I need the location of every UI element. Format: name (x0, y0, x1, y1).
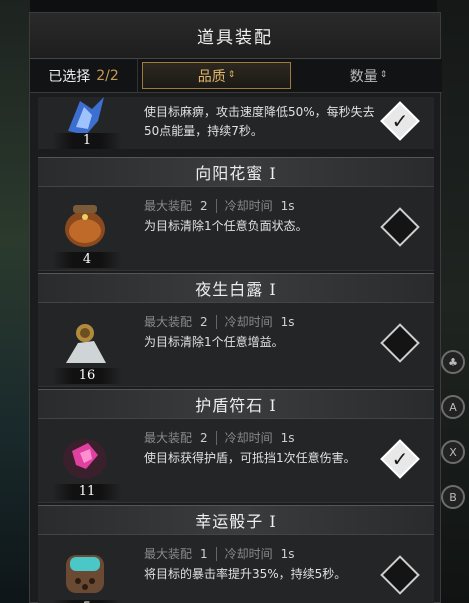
side-clover-icon[interactable]: ♣ (441, 350, 465, 374)
item-list[interactable]: 1 使目标麻痹，攻击速度降低50%，每秒失去50点能量，持续7秒。 ✓ 向阳花蜜… (38, 97, 434, 603)
item-stats: 最大装配 1 冷却时间 1s (144, 546, 295, 561)
tab-quality[interactable]: 品质 ⇕ (142, 62, 291, 89)
list-item[interactable]: 夜生白露 I 16 最大装配 2 冷却时间 1s 为目标清除1个任意增益。 (38, 273, 434, 387)
item-description: 使目标麻痹，攻击速度降低50%，每秒失去50点能量，持续7秒。 (144, 105, 375, 138)
item-title-bar: 护盾符石 I (38, 389, 434, 419)
item-title-bar: 幸运骰子 I (38, 505, 434, 535)
list-item[interactable]: 护盾符石 I 11 最大装配 2 冷却时间 1s 使目标获得护盾，可抵挡1次任意… (38, 389, 434, 503)
honey-jar-icon (65, 205, 105, 247)
item-title-bar: 向阳花蜜 I (38, 157, 434, 187)
item-description: 将目标的暴击率提升35%，持续5秒。 (144, 567, 347, 581)
sort-arrows-icon: ⇕ (227, 70, 236, 80)
item-name: 夜生白露 I (195, 280, 277, 299)
select-toggle[interactable]: ✓ (380, 439, 420, 479)
list-item[interactable]: 1 使目标麻痹，攻击速度降低50%，每秒失去50点能量，持续7秒。 ✓ (38, 97, 434, 149)
item-name: 护盾符石 I (195, 396, 277, 415)
dew-flask-icon (66, 324, 106, 363)
item-title-bar: 夜生白露 I (38, 273, 434, 303)
item-name: 幸运骰子 I (195, 512, 277, 531)
side-x-icon[interactable]: X (441, 440, 465, 464)
side-b-icon[interactable]: B (441, 485, 465, 509)
selected-count-label: 已选择 2/2 (30, 59, 138, 92)
background-left (0, 0, 30, 603)
panel-title: 道具装配 (197, 28, 273, 48)
sort-arrows-icon: ⇕ (379, 70, 388, 80)
item-description: 为目标清除1个任意增益。 (144, 335, 284, 349)
item-description: 为目标清除1个任意负面状态。 (144, 219, 308, 233)
item-quantity: 16 (52, 368, 122, 384)
item-stats: 最大装配 2 冷却时间 1s (144, 314, 295, 329)
list-item[interactable]: 向阳花蜜 I 4 最大装配 2 冷却时间 1s 为目标清除1个任意负面状态。 (38, 157, 434, 271)
select-toggle[interactable] (380, 555, 420, 595)
equip-panel: 道具装配 已选择 2/2 品质 ⇕ 数量 ⇕ 1 使目标麻痹，攻击速度降低50%… (29, 12, 442, 603)
item-quantity: 11 (52, 484, 122, 500)
select-toggle[interactable] (380, 323, 420, 363)
item-description: 使目标获得护盾，可抵挡1次任意伤害。 (144, 451, 356, 465)
check-icon: ✓ (391, 447, 409, 471)
tab-bar: 已选择 2/2 品质 ⇕ 数量 ⇕ (30, 59, 442, 93)
select-toggle[interactable]: ✓ (380, 101, 420, 141)
tab-quantity[interactable]: 数量 ⇕ (295, 59, 442, 92)
lucky-dice-icon (66, 555, 104, 593)
item-stats: 最大装配 2 冷却时间 1s (144, 430, 295, 445)
rune-stone-icon (63, 439, 107, 479)
item-name: 向阳花蜜 I (195, 164, 277, 183)
side-a-icon[interactable]: A (441, 395, 465, 419)
item-quantity: 4 (52, 252, 122, 268)
panel-title-bar: 道具装配 (30, 13, 440, 59)
check-icon: ✓ (391, 109, 409, 133)
selected-count-value: 2/2 (96, 67, 119, 84)
list-item[interactable]: 幸运骰子 I 5 最大装配 1 冷却时间 1s 将目标的 (38, 505, 434, 603)
item-quantity: 1 (52, 133, 122, 149)
item-stats: 最大装配 2 冷却时间 1s (144, 198, 295, 213)
select-toggle[interactable] (380, 207, 420, 247)
